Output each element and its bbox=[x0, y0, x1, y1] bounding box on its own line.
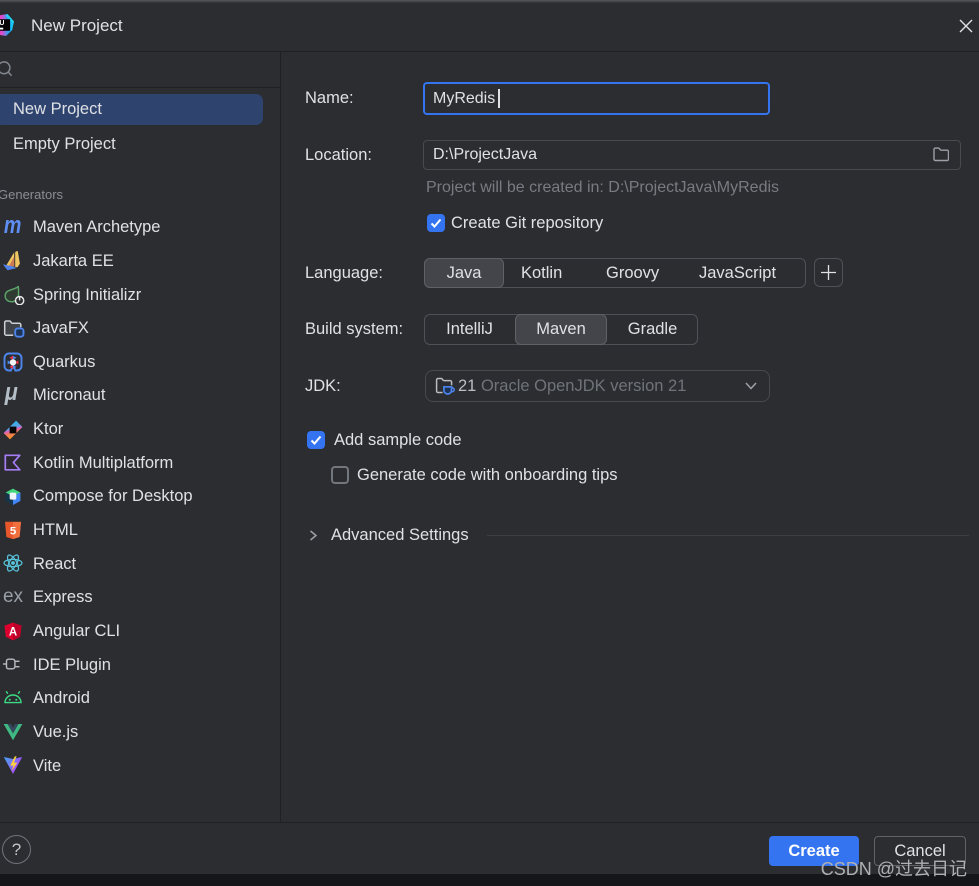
svg-text:A: A bbox=[9, 627, 17, 639]
svg-text:IU: IU bbox=[0, 20, 4, 27]
svg-text:5: 5 bbox=[10, 525, 17, 537]
svg-text:μ: μ bbox=[4, 384, 18, 405]
svg-text:m: m bbox=[4, 216, 22, 236]
